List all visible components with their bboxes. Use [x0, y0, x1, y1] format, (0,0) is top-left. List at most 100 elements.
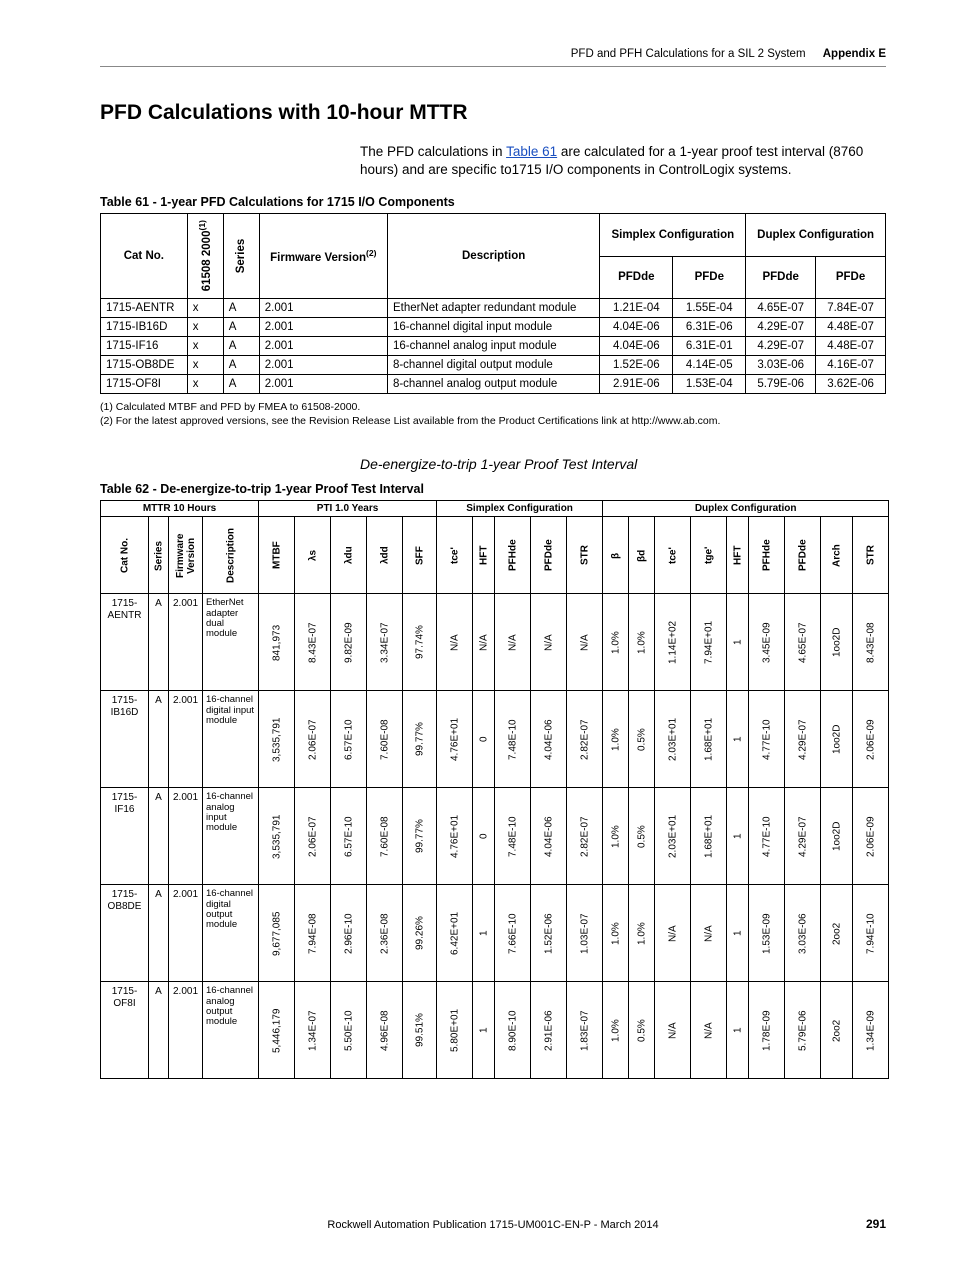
table-row: 1715-OB8DEA2.00116-channel digital outpu… — [101, 885, 889, 982]
cell: 4.65E-07 — [785, 594, 821, 691]
running-header: PFD and PFH Calculations for a SIL 2 Sys… — [100, 48, 886, 60]
page-number: 291 — [866, 1217, 886, 1231]
cell-catno: 1715-IB16D — [101, 691, 149, 788]
cell: 4.04E-06 — [531, 691, 567, 788]
cell: 1.21E-04 — [600, 298, 673, 317]
cell: 9,677,085 — [259, 885, 295, 982]
cell-fw: 2.001 — [169, 885, 203, 982]
cell: 5,446,179 — [259, 982, 295, 1079]
cell: 3,535,791 — [259, 691, 295, 788]
cell: N/A — [531, 594, 567, 691]
t62-col-header: λdu — [331, 517, 367, 594]
cell: 2.03E+01 — [655, 691, 691, 788]
cell: N/A — [655, 982, 691, 1079]
cell: A — [223, 374, 259, 393]
cell: 6.31E-06 — [673, 317, 746, 336]
t61-th-catno: Cat No. — [101, 214, 188, 298]
cell: 0 — [473, 691, 495, 788]
cell: x — [187, 298, 223, 317]
cell: 6.31E-01 — [673, 336, 746, 355]
cell: 1 — [473, 982, 495, 1079]
cell-fw: 2.001 — [169, 982, 203, 1079]
t62-col-header: Series — [149, 517, 169, 594]
cell-series: A — [149, 691, 169, 788]
cell: 2.82E-07 — [567, 691, 603, 788]
running-header-appendix: Appendix E — [823, 48, 886, 60]
cell: 99.51% — [403, 982, 437, 1079]
cell: 1.34E-09 — [853, 982, 889, 1079]
cell: 1715-AENTR — [101, 298, 188, 317]
cell: 2.06E-07 — [295, 691, 331, 788]
cell: N/A — [691, 885, 727, 982]
t62-th-simplex: Simplex Configuration — [437, 501, 603, 517]
cell: A — [223, 355, 259, 374]
t62-col-header: βd — [629, 517, 655, 594]
cell: 1 — [727, 691, 749, 788]
cell: 7.60E-08 — [367, 691, 403, 788]
cell: 7.48E-10 — [495, 788, 531, 885]
cell: 6.57E-10 — [331, 691, 367, 788]
cell: 1.0% — [603, 982, 629, 1079]
intro-link-table61[interactable]: Table 61 — [506, 144, 557, 159]
cell: 7.94E-08 — [295, 885, 331, 982]
cell: 4.77E-10 — [749, 788, 785, 885]
cell: 2.001 — [259, 374, 387, 393]
cell: 8.43E-08 — [853, 594, 889, 691]
t61-th-series: Series — [223, 214, 259, 298]
cell: 3.45E-09 — [749, 594, 785, 691]
cell: 4.48E-07 — [816, 336, 886, 355]
cell: 1.0% — [603, 594, 629, 691]
t62-th-pti: PTI 1.0 Years — [259, 501, 437, 517]
cell: 1715-IB16D — [101, 317, 188, 336]
page-footer: Rockwell Automation Publication 1715-UM0… — [100, 1219, 886, 1231]
cell-series: A — [149, 788, 169, 885]
cell: x — [187, 336, 223, 355]
cell: 3.03E-06 — [785, 885, 821, 982]
cell: 99.77% — [403, 691, 437, 788]
t62-col-header: PFDde — [785, 517, 821, 594]
cell: 4.77E-10 — [749, 691, 785, 788]
cell-series: A — [149, 982, 169, 1079]
cell: 4.96E-08 — [367, 982, 403, 1079]
cell: 8.90E-10 — [495, 982, 531, 1079]
publication-id: Rockwell Automation Publication 1715-UM0… — [327, 1219, 658, 1231]
cell: N/A — [473, 594, 495, 691]
cell: 2.03E+01 — [655, 788, 691, 885]
t61-th-d-pfdde: PFDde — [746, 256, 816, 298]
t62-col-header: Firmware Version — [169, 517, 203, 594]
t62-col-header: SFF — [403, 517, 437, 594]
cell: EtherNet adapter redundant module — [387, 298, 599, 317]
cell: N/A — [691, 982, 727, 1079]
cell: 2.06E-09 — [853, 691, 889, 788]
cell: A — [223, 336, 259, 355]
cell: 4.29E-07 — [746, 336, 816, 355]
cell: 1.14E+02 — [655, 594, 691, 691]
t62-col-header: Cat No. — [101, 517, 149, 594]
cell-catno: 1715-OB8DE — [101, 885, 149, 982]
cell: 1.52E-06 — [531, 885, 567, 982]
t62-col-header: PFHde — [495, 517, 531, 594]
cell: 0.5% — [629, 691, 655, 788]
t62-col-header: MTBF — [259, 517, 295, 594]
cell: 2oo2 — [821, 982, 853, 1079]
cell: 1.53E-09 — [749, 885, 785, 982]
cell: 1 — [727, 982, 749, 1079]
cell: 4.04E-06 — [600, 317, 673, 336]
cell: 1 — [727, 788, 749, 885]
cell: 9.82E-09 — [331, 594, 367, 691]
t62-col-header: Description — [203, 517, 259, 594]
t62-col-header: HFT — [727, 517, 749, 594]
cell: 4.04E-06 — [600, 336, 673, 355]
cell-desc: 16-channel analog output module — [203, 982, 259, 1079]
cell: 2.001 — [259, 336, 387, 355]
cell: 841,973 — [259, 594, 295, 691]
t62-col-header: β — [603, 517, 629, 594]
cell: 16-channel digital input module — [387, 317, 599, 336]
cell: x — [187, 374, 223, 393]
cell-series: A — [149, 594, 169, 691]
cell: 1oo2D — [821, 594, 853, 691]
t61-th-simplex: Simplex Configuration — [600, 214, 746, 256]
t62-col-header: λdd — [367, 517, 403, 594]
cell: 7.94E-10 — [853, 885, 889, 982]
cell: 2oo2 — [821, 885, 853, 982]
